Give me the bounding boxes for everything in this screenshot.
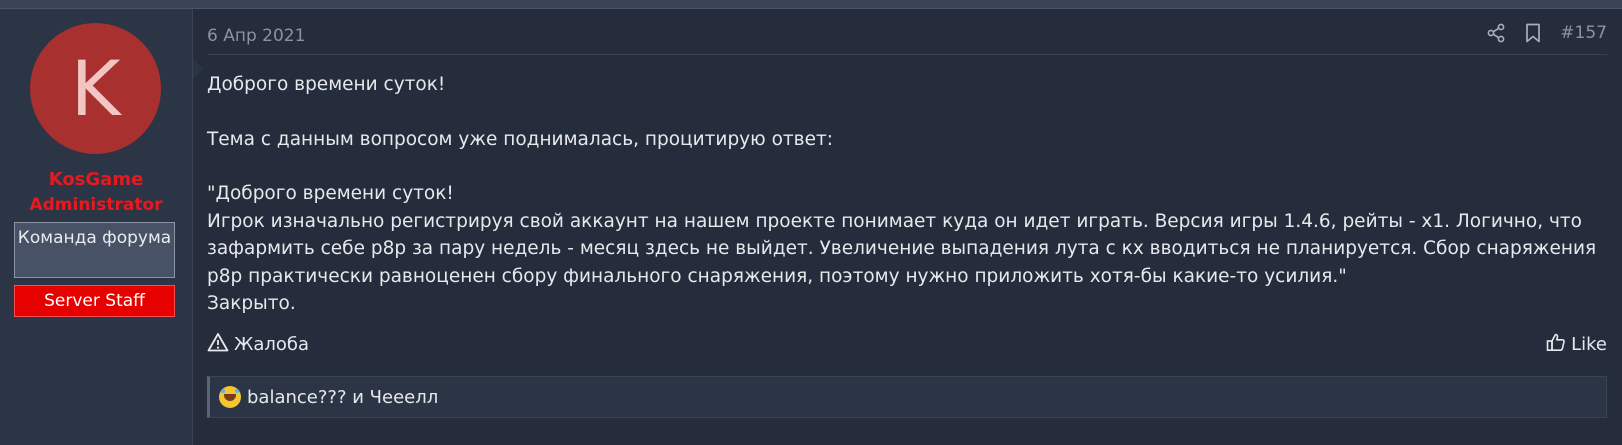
quote-line: "Доброго времени суток! bbox=[207, 183, 454, 204]
post-main: 6 Апр 2021 #157 Доброго времени суток! Т… bbox=[207, 9, 1607, 445]
post-greeting: Доброго времени суток! bbox=[207, 74, 446, 95]
share-icon[interactable] bbox=[1486, 23, 1506, 43]
user-title: Administrator bbox=[29, 195, 163, 215]
reactions-bar[interactable]: balance??? и Чееелл bbox=[207, 376, 1607, 418]
username-link[interactable]: KosGame bbox=[0, 169, 192, 190]
post-body: Доброго времени суток! Тема с данным воп… bbox=[207, 71, 1607, 318]
rolling-laughing-emoji-icon bbox=[219, 386, 241, 408]
user-banner-team: Команда форума bbox=[14, 222, 175, 278]
bookmark-icon[interactable] bbox=[1524, 23, 1542, 43]
user-banner-staff: Server Staff bbox=[14, 285, 175, 317]
like-label: Like bbox=[1571, 334, 1607, 355]
post-closing: Закрыто. bbox=[207, 293, 296, 314]
quote-line: Игрок изначально регистрируя свой аккаун… bbox=[207, 210, 1582, 232]
warning-triangle-icon bbox=[207, 332, 229, 357]
report-button[interactable]: Жалоба bbox=[207, 332, 309, 357]
quote-line: p8p практически равноценен сбору финальн… bbox=[207, 265, 1347, 287]
post-header-divider bbox=[207, 54, 1607, 55]
post-number-link[interactable]: #157 bbox=[1560, 23, 1607, 43]
top-strip bbox=[0, 0, 1622, 9]
like-button[interactable]: Like bbox=[1546, 332, 1607, 357]
post-date-link[interactable]: 6 Апр 2021 bbox=[207, 26, 305, 46]
post-header-actions: #157 bbox=[1486, 23, 1607, 43]
report-label: Жалоба bbox=[234, 334, 310, 355]
reactions-text[interactable]: balance??? и Чееелл bbox=[247, 387, 438, 408]
post-intro: Тема с данным вопросом уже поднималась, … bbox=[207, 128, 833, 150]
forum-post: K KosGame Administrator Команда форума S… bbox=[0, 9, 1622, 445]
thumbs-up-icon bbox=[1546, 332, 1566, 357]
user-info-column: K KosGame Administrator Команда форума S… bbox=[0, 9, 203, 445]
quote-line: зафармить себе p8p за пару недель - меся… bbox=[207, 238, 1597, 259]
avatar[interactable]: K bbox=[30, 23, 161, 154]
